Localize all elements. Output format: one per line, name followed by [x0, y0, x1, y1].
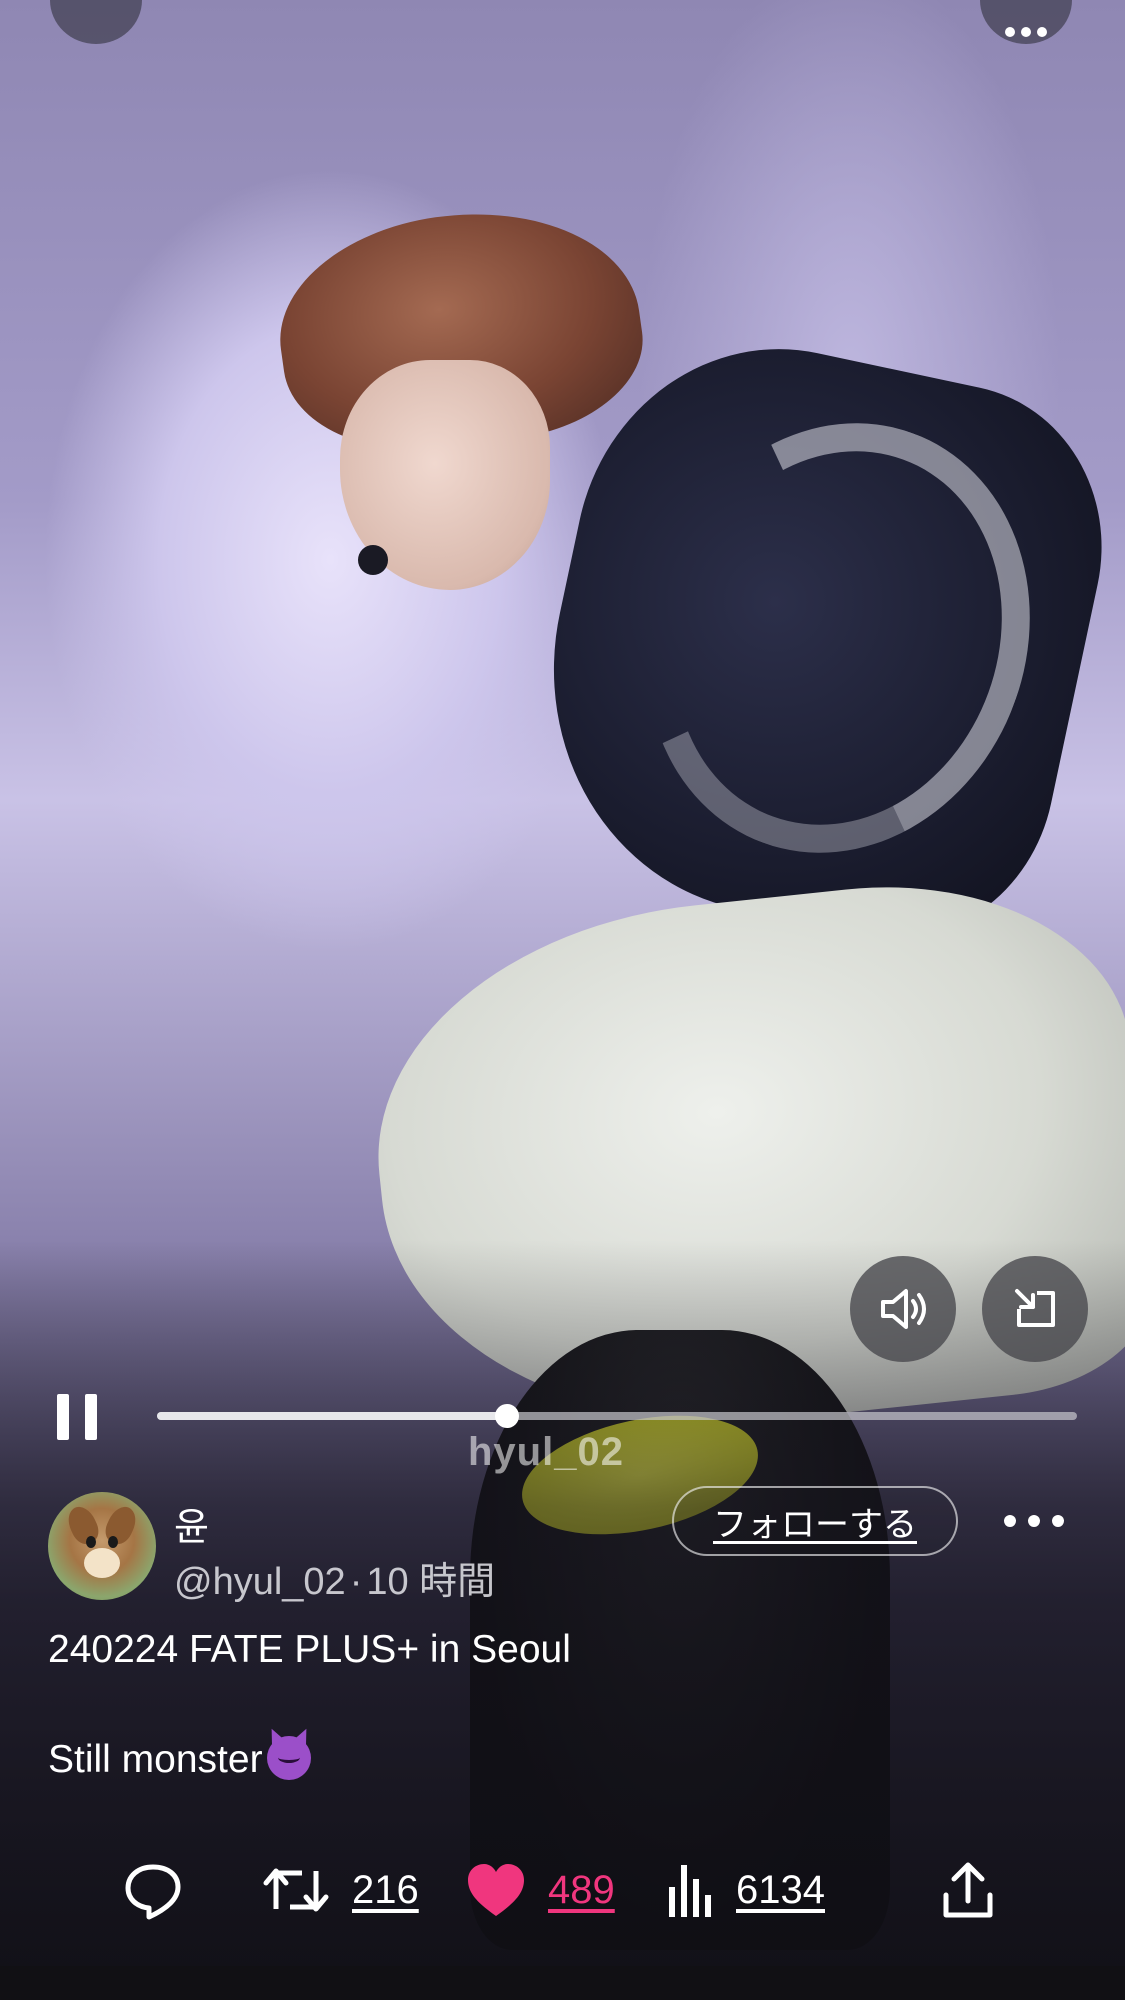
- heart-icon: [468, 1864, 524, 1916]
- volume-button[interactable]: [850, 1256, 956, 1362]
- retweet-icon: [263, 1868, 329, 1912]
- smiling-imp-emoji-icon: [266, 1736, 311, 1780]
- views-button[interactable]: 6134: [666, 1850, 825, 1930]
- more-icon: [1005, 27, 1047, 37]
- share-icon: [943, 1862, 993, 1918]
- caption-line-2: Still monster: [48, 1736, 311, 1782]
- separator: ·: [349, 1561, 363, 1603]
- volume-icon: [881, 1289, 926, 1329]
- post-time: 10 時間: [366, 1561, 496, 1603]
- picture-in-picture-button[interactable]: [982, 1256, 1088, 1362]
- views-icon: [669, 1865, 711, 1917]
- progress-knob[interactable]: [494, 1404, 519, 1428]
- top-more-button[interactable]: [980, 0, 1072, 44]
- retweet-count[interactable]: 216: [352, 1868, 419, 1913]
- back-icon: [50, 0, 142, 44]
- view-count[interactable]: 6134: [736, 1868, 825, 1913]
- caption-line-1: 240224 FATE PLUS+ in Seoul: [48, 1628, 571, 1671]
- pip-icon: [1015, 1289, 1055, 1327]
- progress-fill: [157, 1412, 507, 1420]
- like-button[interactable]: 489: [466, 1850, 615, 1930]
- more-dots-icon[interactable]: [1004, 1506, 1064, 1536]
- reply-icon: [125, 1864, 181, 1920]
- pause-icon: [85, 1394, 97, 1440]
- action-bar: 216 489 6134: [0, 1850, 1125, 1930]
- display-name[interactable]: 윤: [174, 1496, 209, 1551]
- back-button[interactable]: [50, 0, 142, 44]
- retweet-button[interactable]: 216: [262, 1850, 419, 1930]
- video-watermark: hyul_02: [468, 1430, 624, 1474]
- video-frame-shape: [358, 545, 388, 575]
- like-count[interactable]: 489: [548, 1868, 615, 1913]
- follow-button[interactable]: フォローする: [672, 1486, 958, 1556]
- pause-icon: [57, 1394, 69, 1440]
- reply-button[interactable]: [122, 1850, 184, 1930]
- pause-button[interactable]: [52, 1390, 102, 1450]
- bottom-edge: [0, 1966, 1125, 2000]
- handle-line: @hyul_02 · 10 時間: [174, 1550, 495, 1605]
- video-progress-bar[interactable]: [157, 1404, 1077, 1428]
- video-player[interactable]: [0, 0, 1125, 2000]
- caption-text: Still monster: [48, 1738, 263, 1781]
- share-button[interactable]: [940, 1850, 996, 1930]
- avatar[interactable]: [48, 1492, 156, 1600]
- user-handle[interactable]: @hyul_02: [174, 1561, 346, 1603]
